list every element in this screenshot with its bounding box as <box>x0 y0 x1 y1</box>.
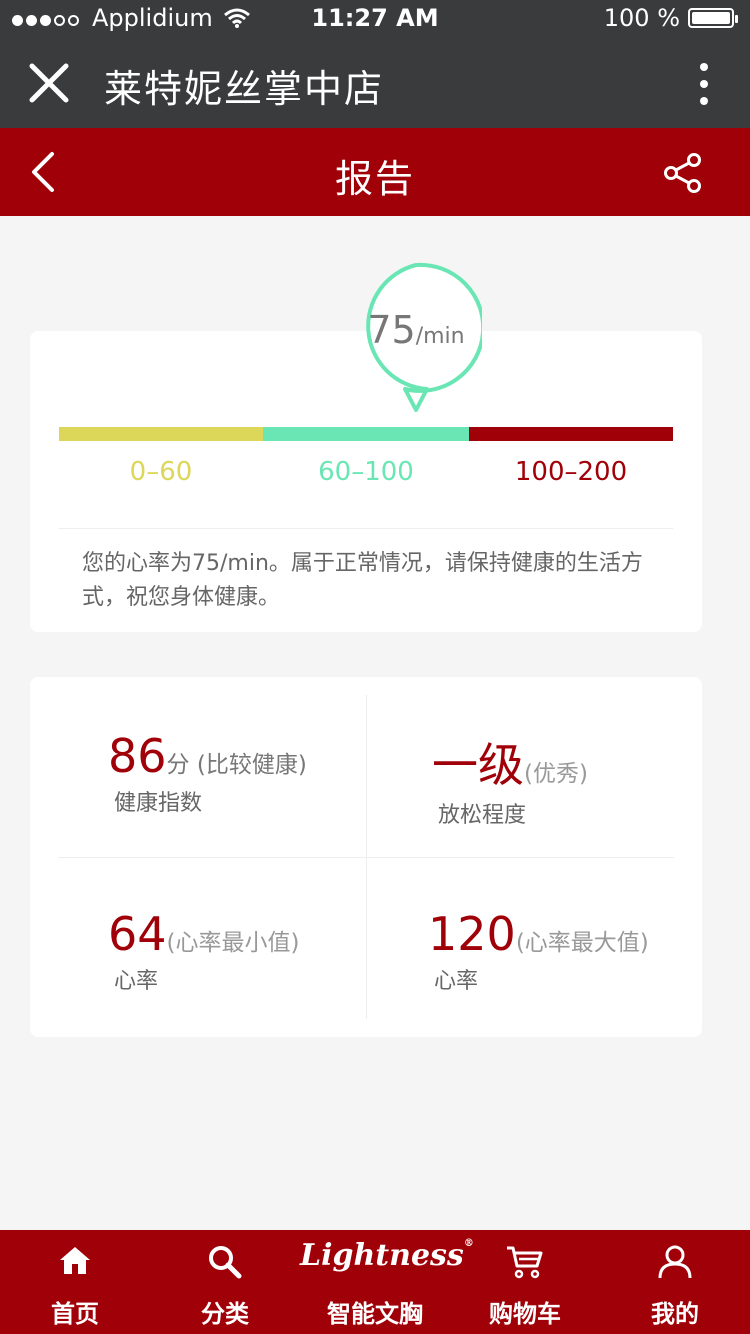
range-label-high: 100–200 <box>514 457 628 487</box>
stat-note: (心率最大值) <box>515 930 649 956</box>
page-title: 报告 <box>334 157 415 201</box>
stat-heart-rate-max: 120(心率最大值) 心率 <box>428 907 649 995</box>
status-bar: Applidium 11:27 AM 100 % <box>0 0 750 36</box>
card-divider <box>59 528 673 529</box>
stat-value: 120 <box>428 907 516 961</box>
heart-rate-value: 75 <box>367 308 416 352</box>
app-title: 莱特妮丝掌中店 <box>104 67 385 111</box>
stat-note: (心率最小值) <box>166 930 300 956</box>
battery-fill <box>692 12 730 24</box>
stat-heart-rate-min: 64(心率最小值) 心率 <box>108 907 300 995</box>
stat-health-index: 86分 (比较健康) 健康指数 <box>108 729 307 817</box>
stat-note: (优秀) <box>524 761 588 787</box>
range-label-normal: 60–100 <box>318 457 414 487</box>
range-bar-high <box>469 427 673 441</box>
tab-smart-bra[interactable]: Lightness® 智能文胸 <box>300 1230 474 1334</box>
tab-label: 我的 <box>651 1300 699 1328</box>
stats-card: 86分 (比较健康) 健康指数 一级(优秀) 放松程度 64(心率最小值) 心率… <box>30 677 702 1037</box>
range-label-low: 0–60 <box>129 457 193 487</box>
stat-note: 分 (比较健康) <box>166 752 307 778</box>
stat-label: 放松程度 <box>438 803 527 828</box>
app-title-bar: 莱特妮丝掌中店 <box>0 36 750 128</box>
tab-label: 分类 <box>201 1300 249 1328</box>
range-bar-low <box>59 427 263 441</box>
bottom-tab-bar: 首页 分类 Lightness® 智能文胸 购物车 我的 <box>0 1230 750 1334</box>
brand-logo: Lightness® <box>300 1238 474 1273</box>
close-icon[interactable] <box>26 60 72 106</box>
heart-rate-unit: /min <box>415 324 465 349</box>
stat-relaxation: 一级(优秀) 放松程度 <box>432 729 588 829</box>
page-header: 报告 <box>0 128 750 216</box>
search-icon <box>209 1246 242 1279</box>
tab-label: 首页 <box>51 1300 99 1328</box>
result-description: 您的心率为75/min。属于正常情况，请保持健康的生活方式，祝您身体健康。 <box>82 551 643 610</box>
tab-label: 智能文胸 <box>327 1300 423 1328</box>
stat-label: 心率 <box>114 969 159 994</box>
range-bar-normal <box>263 427 469 441</box>
stat-label: 心率 <box>434 969 479 994</box>
battery-percent: 100 % <box>603 4 680 32</box>
tab-home[interactable]: 首页 <box>0 1230 150 1334</box>
stat-value: 86 <box>108 729 167 783</box>
tab-category[interactable]: 分类 <box>150 1230 300 1334</box>
battery-icon <box>688 8 738 28</box>
user-icon <box>658 1245 692 1279</box>
tab-profile[interactable]: 我的 <box>600 1230 750 1334</box>
stat-value: 一级 <box>432 738 524 792</box>
stat-value: 64 <box>108 907 167 961</box>
tab-cart[interactable]: 购物车 <box>450 1230 600 1334</box>
stats-horizontal-divider <box>58 857 674 858</box>
heart-rate-reading: 75/min <box>350 308 482 352</box>
heart-rate-bubble: 75/min <box>350 262 482 414</box>
more-vertical-icon[interactable] <box>698 62 710 106</box>
share-icon[interactable] <box>662 152 704 194</box>
cart-icon <box>507 1246 543 1279</box>
brand-name: Lightness <box>300 1238 464 1273</box>
stat-label: 健康指数 <box>114 791 203 816</box>
tab-label: 购物车 <box>489 1300 561 1328</box>
home-icon <box>60 1247 90 1274</box>
status-right: 100 % <box>603 4 738 32</box>
